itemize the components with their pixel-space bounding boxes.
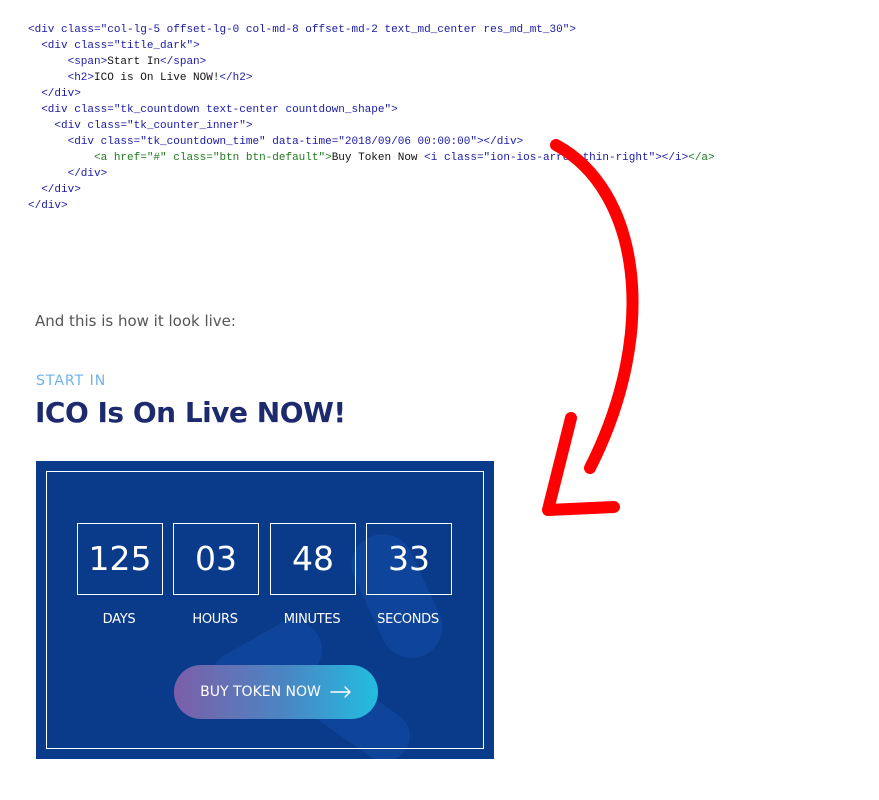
countdown-seconds-label: SECONDS <box>377 612 439 627</box>
countdown-days-label: DAYS <box>102 612 136 627</box>
countdown-hours-label: HOURS <box>192 612 238 627</box>
countdown-seconds-value: 33 <box>366 523 452 595</box>
code-line: </div> <box>41 88 81 100</box>
preview-title: ICO Is On Live NOW! <box>35 396 346 429</box>
code-line: <div class="tk_countdown text-center cou… <box>41 104 398 116</box>
buy-token-button[interactable]: BUY TOKEN NOW <box>174 665 378 719</box>
code-line: <div class="title_dark"> <box>41 40 200 52</box>
code-line: <h2>ICO is On Live NOW!</h2> <box>67 72 253 84</box>
code-line: <a href="#" class="btn btn-default">Buy … <box>94 152 715 164</box>
panel-frame: 125 03 48 33 DAYS HOURS MINUTES SECONDS … <box>46 471 484 749</box>
preview-subtitle: START IN <box>36 373 107 389</box>
countdown-panel: 125 03 48 33 DAYS HOURS MINUTES SECONDS … <box>36 461 494 759</box>
countdown-minutes-label: MINUTES <box>283 612 341 627</box>
code-line: <div class="col-lg-5 offset-lg-0 col-md-… <box>28 24 576 36</box>
countdown-minutes-value: 48 <box>270 523 356 595</box>
code-line: <div class="tk_countdown_time" data-time… <box>67 136 524 148</box>
buy-token-button-label: BUY TOKEN NOW <box>200 684 321 700</box>
countdown-days-value: 125 <box>77 523 163 595</box>
code-line: </div> <box>67 168 108 180</box>
code-snippet: <div class="col-lg-5 offset-lg-0 col-md-… <box>28 22 715 214</box>
code-line: <div class="tk_counter_inner"> <box>54 120 253 132</box>
code-line: </div> <box>41 184 81 196</box>
code-line: </div> <box>28 200 68 212</box>
caption-text: And this is how it look live: <box>35 312 236 330</box>
code-line: <span>Start In</span> <box>67 56 207 68</box>
arrow-right-icon <box>330 686 352 698</box>
countdown-hours-value: 03 <box>173 523 259 595</box>
